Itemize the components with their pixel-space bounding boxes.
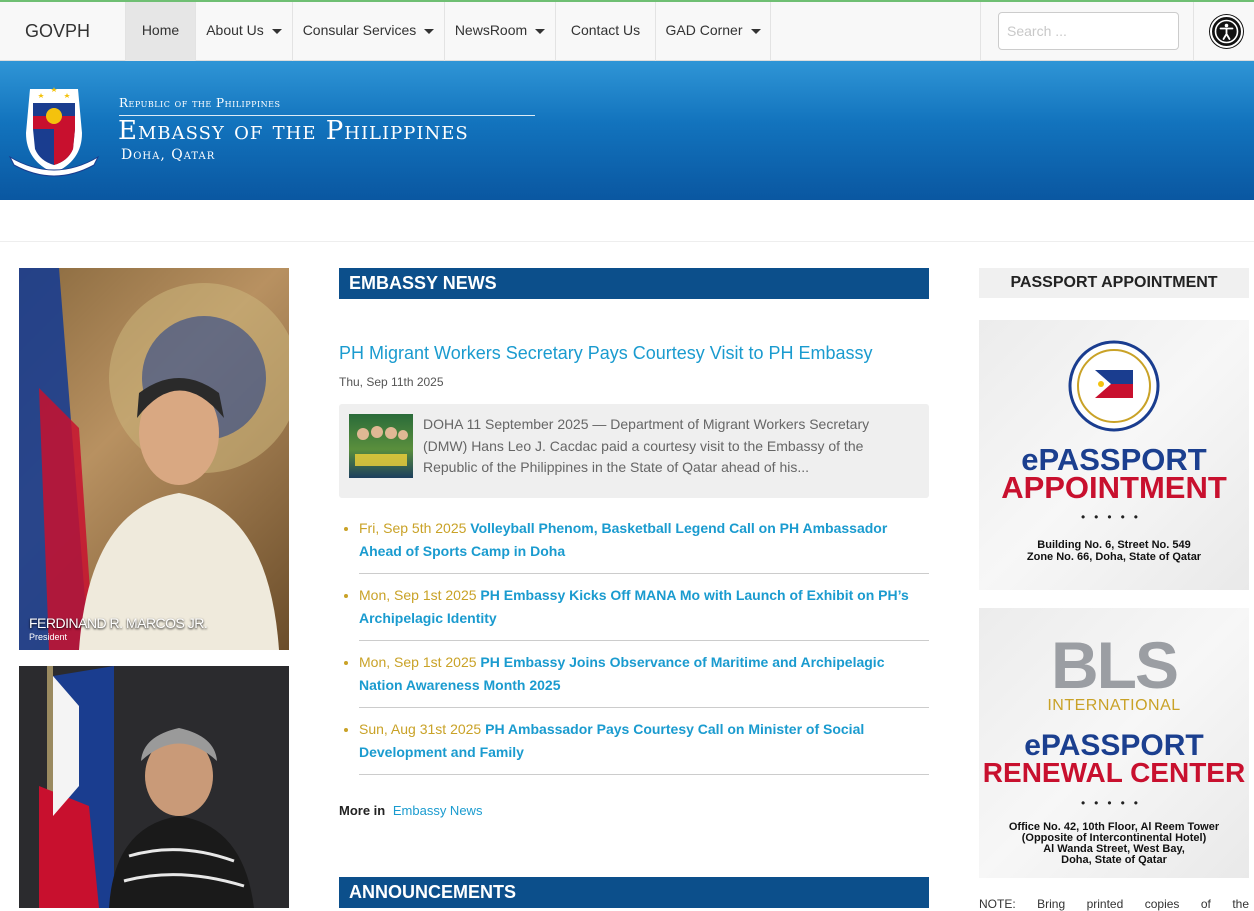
nav-consular-label: Consular Services [302, 22, 417, 38]
featured-news-title-link[interactable]: PH Migrant Workers Secretary Pays Courte… [339, 343, 929, 364]
announcements-heading: ANNOUNCEMENTS [339, 877, 929, 908]
more-in-label: More in [339, 803, 386, 818]
nav-about-us[interactable]: About Us [195, 2, 292, 61]
promo1-address-line2: Zone No. 66, Doha, State of Qatar [1026, 551, 1202, 563]
chevron-down-icon [535, 28, 546, 34]
nav-newsroom[interactable]: NewsRoom [444, 2, 555, 61]
nav-about-label: About Us [206, 22, 264, 38]
portrait-role: President [29, 632, 68, 642]
accessibility-icon[interactable] [1210, 15, 1243, 48]
nav-contact-label: Contact Us [570, 22, 641, 38]
featured-news-excerpt: DOHA 11 September 2025 — Department of M… [423, 416, 870, 475]
nav-home[interactable]: Home [125, 2, 195, 61]
dfa-seal-icon [1068, 340, 1160, 432]
more-embassy-news-link[interactable]: Embassy News [393, 803, 483, 818]
banner-city-label: Doha, Qatar [121, 147, 216, 163]
epassport-appointment-banner[interactable]: ePASSPORT APPOINTMENT ••••• Building No.… [979, 320, 1249, 590]
nav-contact-us[interactable]: Contact Us [555, 2, 655, 61]
top-navbar: GOVPH Home About Us Consular Services Ne… [0, 0, 1254, 61]
nav-newsroom-label: NewsRoom [454, 22, 528, 38]
ambassador-portrait[interactable] [19, 666, 289, 908]
promo2-title-line2: RENEWAL CENTER [982, 757, 1246, 788]
nav-gad-corner[interactable]: GAD Corner [655, 2, 771, 61]
govph-brand-link[interactable]: GOVPH [0, 2, 125, 61]
featured-news-thumbnail[interactable] [349, 414, 413, 478]
search-container [980, 2, 1194, 61]
news-list-item: Mon, Sep 1st 2025 PH Embassy Kicks Off M… [344, 584, 929, 641]
nav-consular-services[interactable]: Consular Services [292, 2, 444, 61]
more-news-row: More in Embassy News [339, 803, 482, 818]
bls-logo: BLS [1051, 628, 1179, 702]
chevron-down-icon [750, 28, 761, 34]
president-portrait[interactable]: FERDINAND R. MARCOS JR. President [19, 268, 289, 650]
passport-appointment-heading: PASSPORT APPOINTMENT [979, 268, 1249, 298]
bls-international-label: INTERNATIONAL [1047, 697, 1181, 714]
promo2-dots: ••••• [1080, 796, 1147, 810]
chevron-down-icon [271, 28, 282, 34]
promo1-address-line1: Building No. 6, Street No. 549 [1037, 539, 1191, 551]
banner-embassy-title: Embassy of the Philippines [118, 116, 469, 146]
passport-note: NOTE: Bring printed copies of the [979, 897, 1249, 911]
news-item-date: Mon, Sep 1st 2025 [359, 587, 477, 603]
featured-news-date: Thu, Sep 11th 2025 [339, 375, 444, 389]
philippine-seal-icon [8, 83, 100, 179]
nav-gad-label: GAD Corner [665, 22, 743, 38]
banner-republic-label: Republic of the Philippines [119, 96, 281, 110]
promo1-title-line2: APPOINTMENT [1001, 470, 1227, 505]
portrait-name: FERDINAND R. MARCOS JR. [29, 615, 208, 631]
news-item-date: Sun, Aug 31st 2025 [359, 721, 482, 737]
news-item-date: Fri, Sep 5th 2025 [359, 520, 467, 536]
news-item-date: Mon, Sep 1st 2025 [359, 654, 477, 670]
nav-home-label: Home [141, 22, 180, 38]
site-banner: Republic of the Philippines Embassy of t… [0, 61, 1254, 200]
chevron-down-icon [424, 28, 435, 34]
featured-news-excerpt-box: DOHA 11 September 2025 — Department of M… [339, 404, 929, 498]
promo2-address-line4: Doha, State of Qatar [1061, 854, 1167, 866]
embassy-news-heading: EMBASSY NEWS [339, 268, 929, 299]
promo1-dots: ••••• [1080, 510, 1147, 524]
search-input[interactable] [998, 12, 1179, 50]
news-list-item: Fri, Sep 5th 2025 Volleyball Phenom, Bas… [344, 517, 929, 574]
content-divider [0, 241, 1254, 242]
bls-renewal-center-banner[interactable]: BLS INTERNATIONAL ePASSPORT RENEWAL CENT… [979, 608, 1249, 878]
news-list-item: Mon, Sep 1st 2025 PH Embassy Joins Obser… [344, 651, 929, 708]
news-list-item: Sun, Aug 31st 2025 PH Ambassador Pays Co… [344, 718, 929, 775]
